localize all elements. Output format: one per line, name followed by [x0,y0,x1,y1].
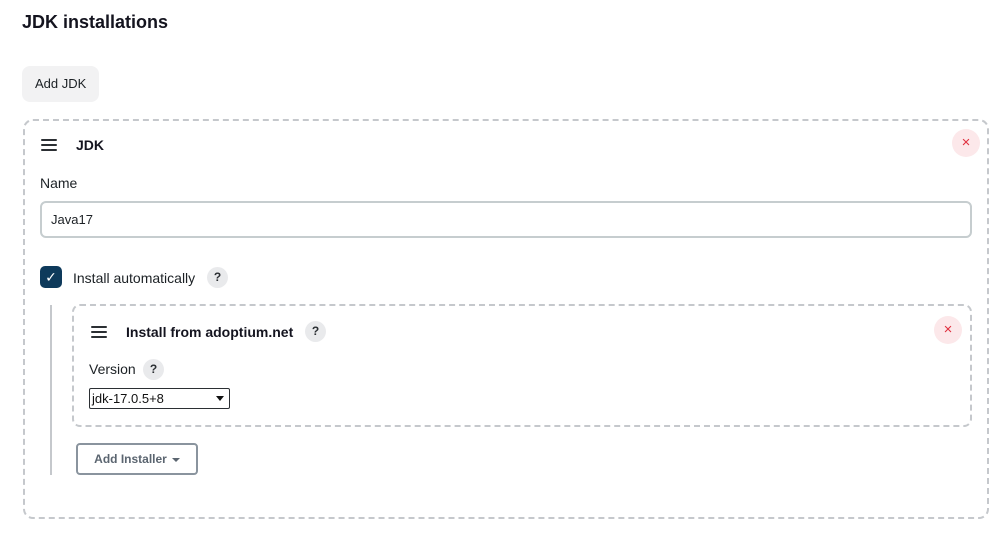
jdk-card-title: JDK [76,137,105,153]
name-input[interactable] [40,201,972,238]
add-jdk-button[interactable]: Add JDK [22,66,100,102]
chevron-down-icon [216,396,224,401]
section-title: JDK installations [22,12,169,32]
caret-down-icon [171,457,180,462]
add-installer-button[interactable]: Add Installer [76,443,198,475]
check-icon: ✓ [45,269,57,285]
install-automatically-help-icon[interactable]: ? [207,267,228,288]
installer-drag-handle-icon[interactable] [91,326,107,338]
remove-jdk-button[interactable]: × [952,129,980,157]
version-selected-value: jdk-17.0.5+8 [92,391,164,406]
version-label: Version [89,361,136,377]
drag-handle-icon[interactable] [41,139,57,151]
add-installer-label: Add Installer [94,452,167,466]
installer-section-line [50,305,52,475]
close-icon: × [943,321,953,338]
name-label: Name [40,175,78,191]
version-select[interactable]: jdk-17.0.5+8 [89,388,230,409]
version-help-icon[interactable]: ? [143,359,164,380]
install-automatically-checkbox[interactable]: ✓ [40,266,62,288]
install-automatically-label: Install automatically [73,270,196,286]
close-icon: × [961,134,971,151]
remove-installer-button[interactable]: × [934,316,962,344]
installer-help-icon[interactable]: ? [305,321,326,342]
installer-title: Install from adoptium.net [126,324,294,340]
